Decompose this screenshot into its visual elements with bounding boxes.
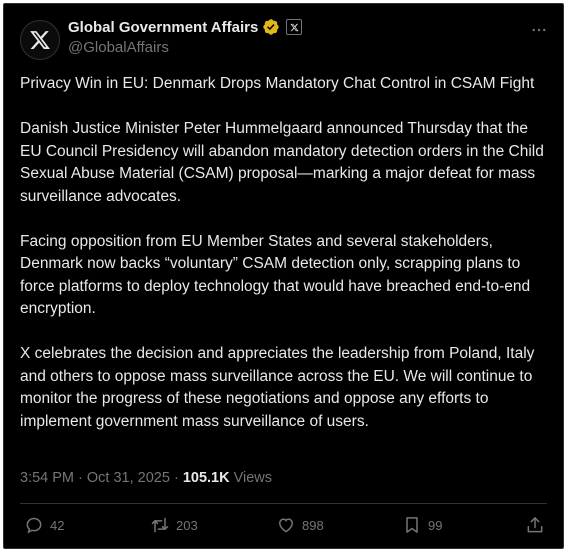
affiliate-badge-icon[interactable] (286, 19, 303, 35)
author-name[interactable]: Global Government Affairs (68, 19, 258, 36)
reply-button[interactable]: 42 (24, 515, 64, 535)
repost-icon (151, 517, 169, 533)
repost-button[interactable]: 203 (150, 515, 198, 535)
avatar[interactable] (20, 20, 60, 60)
reply-count: 42 (50, 517, 65, 533)
views-label: Views (233, 470, 273, 486)
like-button[interactable]: 898 (276, 515, 324, 535)
post-time[interactable]: 3:54 PM (20, 470, 74, 486)
post-card: Global Government Affairs @GlobalAffairs… (3, 3, 564, 549)
post-paragraph: Facing opposition from EU Member States … (20, 232, 531, 318)
meta-separator: · (173, 470, 183, 486)
views-count[interactable]: 105.1K (183, 470, 230, 486)
more-options-button[interactable] (527, 18, 551, 42)
reply-icon (26, 517, 42, 534)
meta-separator: · (78, 470, 87, 486)
author-handle[interactable]: @GlobalAffairs (68, 39, 169, 56)
repost-count: 203 (176, 517, 198, 533)
heart-icon (278, 518, 294, 533)
post-paragraph: Danish Justice Minister Peter Hummelgaar… (20, 120, 544, 205)
bookmark-count: 99 (428, 517, 443, 533)
more-horizontal-icon (532, 28, 546, 32)
bookmark-icon (406, 517, 418, 533)
like-count: 898 (302, 517, 324, 533)
x-logo-icon (30, 31, 50, 49)
share-icon (527, 517, 543, 533)
post-paragraph: X celebrates the decision and appreciate… (20, 345, 535, 430)
action-bar: 42 203 898 99 (20, 515, 547, 541)
post-text: Privacy Win in EU: Denmark Drops Mandato… (20, 73, 545, 456)
author-name-row: Global Government Affairs (68, 18, 303, 36)
bookmark-button[interactable]: 99 (402, 515, 442, 535)
verified-badge-icon[interactable] (262, 18, 280, 36)
share-button[interactable] (525, 515, 545, 535)
post-meta: 3:54 PM · Oct 31, 2025 · 105.1K Views (20, 470, 272, 486)
divider (20, 503, 547, 504)
post-headline: Privacy Win in EU: Denmark Drops Mandato… (20, 75, 535, 92)
post-date[interactable]: Oct 31, 2025 (87, 470, 170, 486)
